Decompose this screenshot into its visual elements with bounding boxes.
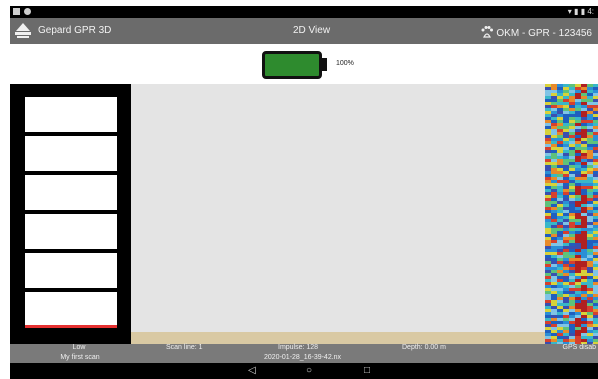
battery-percentage: 100%: [336, 60, 354, 67]
radargram[interactable]: [545, 84, 598, 344]
sim-icon: ▮: [574, 7, 579, 16]
gauge-segment: [25, 97, 117, 132]
app-bar: Gepard GPR 3D 2D View OKM - GPR - 123456: [10, 18, 598, 44]
navigation-bar: ◁ ○ □: [10, 363, 598, 379]
gauge-segment: [25, 136, 117, 171]
impulse-value: Impulse: 128: [278, 344, 319, 351]
gauge-segment: [25, 175, 117, 210]
gauge-segment: [25, 253, 117, 288]
device-name-label: OKM - GPR - 123456: [496, 28, 592, 39]
app-title: Gepard GPR 3D: [38, 25, 112, 36]
view-title: 2D View: [293, 25, 331, 36]
device-connection[interactable]: OKM - GPR - 123456: [480, 25, 592, 39]
paw-icon: [481, 26, 493, 38]
wifi-icon: ▾: [567, 7, 572, 16]
battery-tip: [322, 58, 327, 71]
scan-line: Scan line: 1: [166, 344, 203, 351]
back-button[interactable]: ◁: [248, 363, 256, 379]
status-bar: ▾ ▮ ▮ 4:: [10, 6, 598, 18]
scan-filename: 2020-01-28_16-39-42.nx: [264, 354, 342, 361]
signal-gauge: [10, 84, 131, 344]
notification-icon: [13, 8, 20, 15]
gpr-device-icon[interactable]: [14, 22, 32, 39]
info-bar: Low My first scan Scan line: 1 Impulse: …: [10, 344, 598, 363]
radargram-image: [545, 84, 598, 344]
battery-icon: [262, 51, 322, 79]
gps-status: GPS disab: [562, 344, 596, 351]
gauge-segment: [25, 214, 117, 249]
depth-value: Depth: 0.00 m: [402, 344, 446, 351]
home-button[interactable]: ○: [306, 363, 312, 379]
sensitivity-level: Low: [72, 344, 86, 351]
gauge-level-indicator: [25, 325, 117, 328]
scan-view-area[interactable]: [131, 84, 545, 332]
gauge-segment: [25, 292, 117, 327]
ground-strip: [131, 332, 545, 344]
clock-text: 4:: [587, 7, 594, 16]
battery-status-icon: ▮: [580, 7, 586, 16]
recents-button[interactable]: □: [364, 363, 370, 379]
scan-name: My first scan: [60, 354, 100, 361]
status-icons: ▾ ▮ ▮ 4:: [568, 6, 594, 18]
dot-icon: [24, 8, 31, 15]
